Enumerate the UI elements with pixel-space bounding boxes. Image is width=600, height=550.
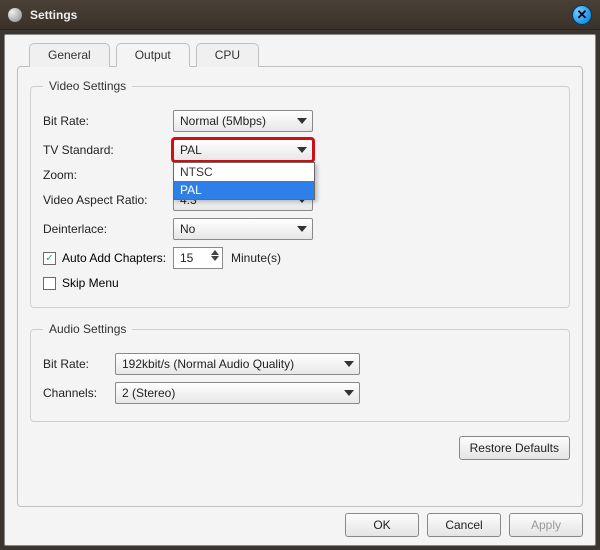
select-audio-bitrate[interactable]: 192kbit/s (Normal Audio Quality) <box>115 353 360 375</box>
label-skipmenu: Skip Menu <box>62 276 119 290</box>
close-icon: ✕ <box>577 7 588 23</box>
settings-window: Settings ✕ General Output CPU Video Sett… <box>0 0 600 550</box>
chevron-down-icon <box>344 390 354 396</box>
app-icon <box>8 8 22 22</box>
chevron-down-icon <box>297 226 307 232</box>
option-ntsc[interactable]: NTSC <box>174 163 314 181</box>
tab-bar: General Output CPU <box>17 43 583 67</box>
checkbox-skipmenu[interactable] <box>43 277 56 290</box>
restore-row: Restore Defaults <box>30 436 570 460</box>
select-deinterlace-value: No <box>180 222 195 236</box>
chevron-down-icon[interactable] <box>211 256 219 261</box>
ok-button[interactable]: OK <box>345 513 419 537</box>
spinner-autoadd[interactable]: 15 <box>173 247 223 269</box>
select-channels-value: 2 (Stereo) <box>122 386 175 400</box>
row-tvstandard: TV Standard: PAL NTSC PAL <box>43 139 557 161</box>
chevron-up-icon[interactable] <box>211 250 219 255</box>
select-tvstandard[interactable]: PAL <box>173 139 313 161</box>
output-panel: Video Settings Bit Rate: Normal (5Mbps) … <box>17 66 583 507</box>
row-audio-bitrate: Bit Rate: 192kbit/s (Normal Audio Qualit… <box>43 353 557 375</box>
select-bitrate-value: Normal (5Mbps) <box>180 114 266 128</box>
window-title: Settings <box>30 8 572 22</box>
tab-general[interactable]: General <box>29 43 110 67</box>
label-autoadd-unit: Minute(s) <box>231 251 281 265</box>
checkbox-autoadd[interactable]: ✓ <box>43 252 56 265</box>
tab-output[interactable]: Output <box>116 43 190 67</box>
video-settings-legend: Video Settings <box>43 79 132 93</box>
label-aspect: Video Aspect Ratio: <box>43 193 173 207</box>
row-channels: Channels: 2 (Stereo) <box>43 382 557 404</box>
option-pal[interactable]: PAL <box>174 181 314 199</box>
apply-button[interactable]: Apply <box>509 513 583 537</box>
audio-settings-group: Audio Settings Bit Rate: 192kbit/s (Norm… <box>30 322 570 422</box>
close-button[interactable]: ✕ <box>572 5 592 25</box>
dialog-button-bar: OK Cancel Apply <box>17 513 583 537</box>
label-deinterlace: Deinterlace: <box>43 222 173 236</box>
restore-defaults-button[interactable]: Restore Defaults <box>459 436 570 460</box>
select-deinterlace[interactable]: No <box>173 218 313 240</box>
select-tvstandard-value: PAL <box>180 143 202 157</box>
row-bitrate: Bit Rate: Normal (5Mbps) <box>43 110 557 132</box>
row-skipmenu: Skip Menu <box>43 276 557 290</box>
dropdown-tvstandard: NTSC PAL <box>173 162 315 200</box>
row-autoadd: ✓ Auto Add Chapters: 15 Minute(s) <box>43 247 557 269</box>
chevron-down-icon <box>344 361 354 367</box>
select-bitrate[interactable]: Normal (5Mbps) <box>173 110 313 132</box>
select-channels[interactable]: 2 (Stereo) <box>115 382 360 404</box>
titlebar: Settings ✕ <box>0 0 600 30</box>
dialog-body: General Output CPU Video Settings Bit Ra… <box>4 34 596 546</box>
label-channels: Channels: <box>43 386 115 400</box>
chevron-down-icon <box>297 147 307 153</box>
row-deinterlace: Deinterlace: No <box>43 218 557 240</box>
label-audio-bitrate: Bit Rate: <box>43 357 115 371</box>
cancel-button[interactable]: Cancel <box>427 513 501 537</box>
label-zoom: Zoom: <box>43 168 173 182</box>
audio-settings-legend: Audio Settings <box>43 322 132 336</box>
label-tvstandard: TV Standard: <box>43 143 173 157</box>
select-audio-bitrate-value: 192kbit/s (Normal Audio Quality) <box>122 357 294 371</box>
spinner-autoadd-value: 15 <box>180 251 193 265</box>
chevron-down-icon <box>297 118 307 124</box>
label-bitrate: Bit Rate: <box>43 114 173 128</box>
video-settings-group: Video Settings Bit Rate: Normal (5Mbps) … <box>30 79 570 308</box>
tab-cpu[interactable]: CPU <box>196 43 259 67</box>
label-autoadd: Auto Add Chapters: <box>62 251 173 265</box>
spinner-arrows <box>211 250 219 261</box>
